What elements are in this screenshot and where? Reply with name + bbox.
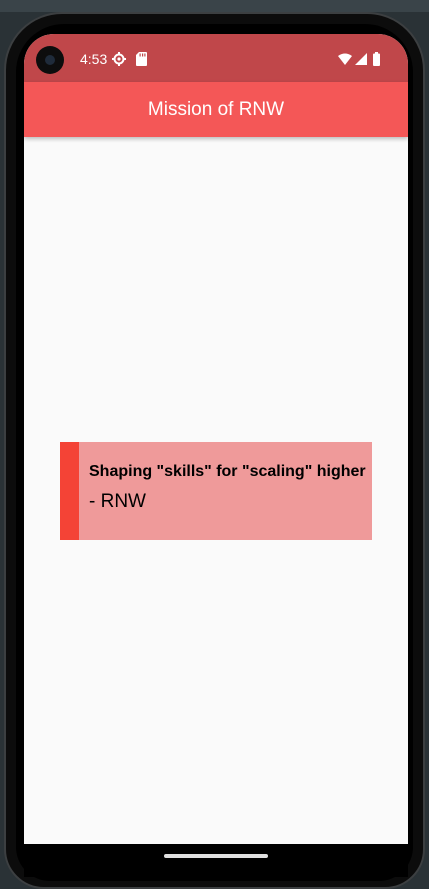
- front-camera: [36, 46, 64, 74]
- gear-icon: [112, 52, 126, 66]
- quote-author: - RNW: [89, 491, 146, 512]
- app-screen: 4:53 Mission of RNW Shaping "skills" for…: [24, 34, 408, 844]
- signal-icon: [355, 53, 367, 65]
- quote-accent-bar: [60, 442, 79, 540]
- wifi-icon: [338, 53, 352, 65]
- system-nav-bar: [24, 844, 408, 877]
- quote-card: Shaping "skills" for "scaling" higher - …: [60, 442, 372, 540]
- window-top-strip: [0, 0, 429, 12]
- status-time: 4:53: [80, 51, 108, 67]
- app-bar: Mission of RNW: [24, 82, 408, 137]
- quote-text: Shaping "skills" for "scaling" higher: [89, 463, 366, 480]
- home-gesture-handle[interactable]: [164, 854, 268, 858]
- battery-icon: [373, 52, 380, 66]
- sd-card-icon: [136, 52, 147, 66]
- page-title: Mission of RNW: [147, 98, 285, 120]
- status-bar: 4:53: [24, 34, 408, 82]
